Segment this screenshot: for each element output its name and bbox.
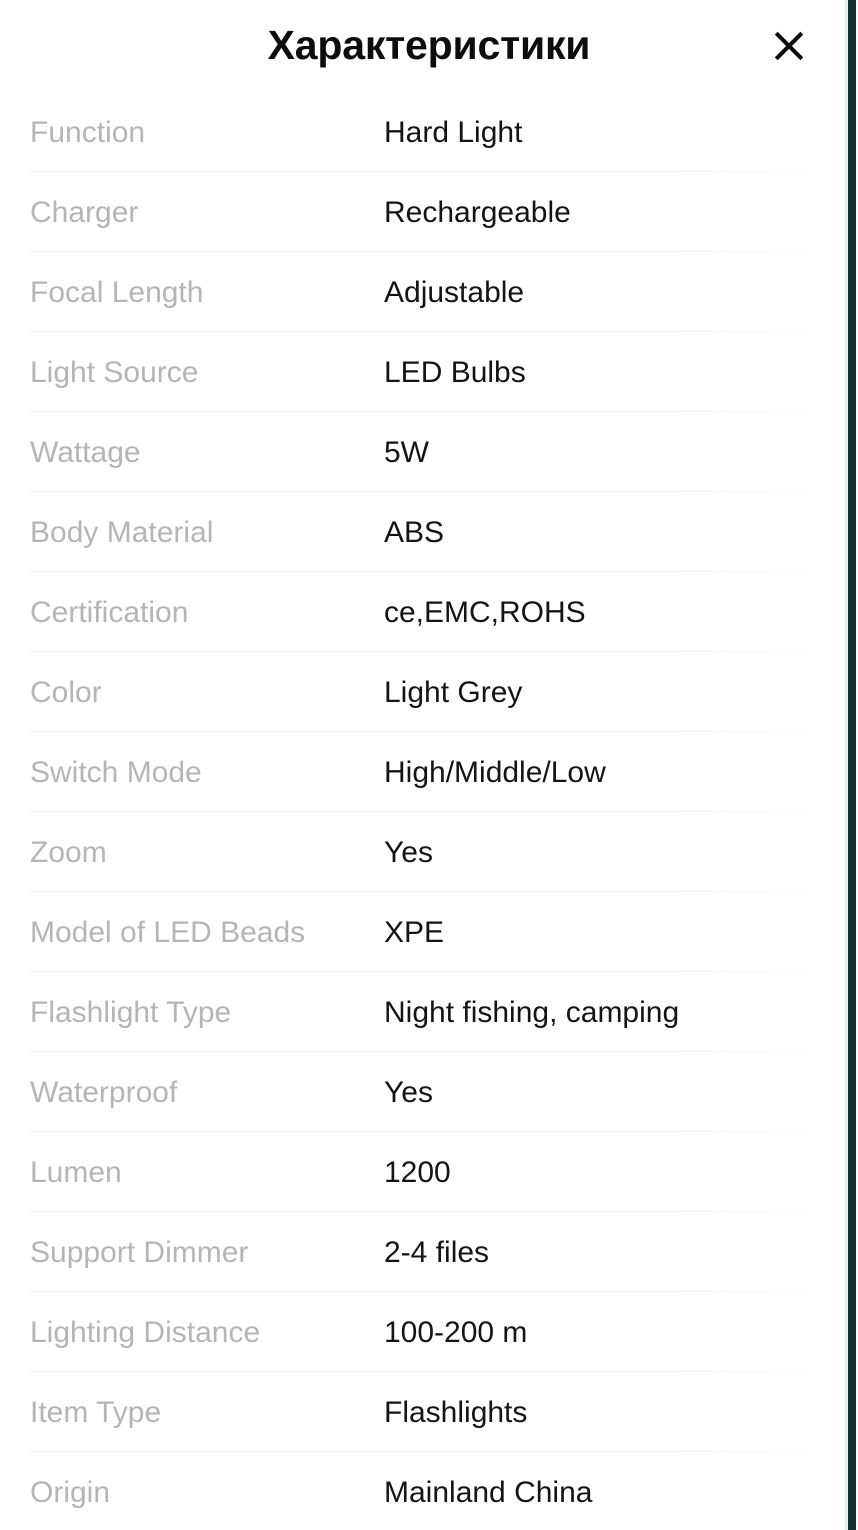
spec-label: Origin [30,1475,111,1509]
spec-row: Light Source LED Bulbs [0,332,858,412]
spec-row: Flashlight Type Night fishing, camping [0,972,858,1052]
spec-row: Waterproof Yes [0,1052,858,1132]
sheet-header: Характеристики [0,0,858,92]
spec-label: Switch Mode [30,755,202,789]
specifications-list: Function Hard Light Charger Rechargeable Foc… [0,92,858,1530]
spec-value: Mainland China [384,1475,593,1509]
spec-label: Light Source [30,355,199,389]
spec-label: Wattage [30,435,141,469]
spec-value: LED Bulbs [384,355,526,389]
spec-label: Function [30,115,146,149]
spec-row: Charger Rechargeable [0,172,858,252]
spec-label: Charger [30,195,139,229]
spec-row: Function Hard Light [0,92,858,172]
spec-row: Certification ce,EMC,ROHS [0,572,858,652]
spec-row: Item Type Flashlights [0,1372,858,1452]
spec-value: Adjustable [384,275,525,309]
spec-row: Color Light Grey [0,652,858,732]
spec-value: ce,EMC,ROHS [384,595,586,629]
spec-value: Hard Light [384,115,523,149]
spec-label: Lighting Distance [30,1315,261,1349]
spec-row: Support Dimmer 2-4 files [0,1212,858,1292]
spec-row: Zoom Yes [0,812,858,892]
spec-row: Lumen 1200 [0,1132,858,1212]
spec-label: Flashlight Type [30,995,232,1029]
spec-value: Night fishing, camping [384,995,680,1029]
spec-value: High/Middle/Low [384,755,606,789]
spec-label: Lumen [30,1155,122,1189]
close-icon [774,31,804,61]
spec-row: Body Material ABS [0,492,858,572]
spec-label: Model of LED Beads [30,915,306,949]
spec-row: Lighting Distance 100-200 m [0,1292,858,1372]
spec-label: Certification [30,595,189,629]
spec-row: Focal Length Adjustable [0,252,858,332]
spec-row: Model of LED Beads XPE [0,892,858,972]
spec-value: 5W [384,435,429,469]
spec-value: XPE [384,915,445,949]
spec-value: 2-4 files [384,1235,490,1269]
spec-label: Waterproof [30,1075,178,1109]
spec-label: Focal Length [30,275,204,309]
spec-value: Yes [384,835,433,869]
spec-value: 1200 [384,1155,451,1189]
spec-label: Zoom [30,835,107,869]
spec-value: 100-200 m [384,1315,528,1349]
close-button[interactable] [762,19,816,73]
spec-row: Origin Mainland China [0,1452,858,1530]
spec-value: ABS [384,515,445,549]
page-title: Характеристики [267,21,591,68]
specifications-sheet: Характеристики Function Hard Light Charger… [0,0,858,1530]
spec-value: Light Grey [384,675,523,709]
spec-label: Support Dimmer [30,1235,249,1269]
spec-label: Item Type [30,1395,162,1429]
spec-label: Body Material [30,515,214,549]
spec-row: Switch Mode High/Middle/Low [0,732,858,812]
spec-value: Flashlights [384,1395,528,1429]
spec-value: Yes [384,1075,433,1109]
spec-value: Rechargeable [384,195,571,229]
spec-row: Wattage 5W [0,412,858,492]
spec-label: Color [30,675,102,709]
